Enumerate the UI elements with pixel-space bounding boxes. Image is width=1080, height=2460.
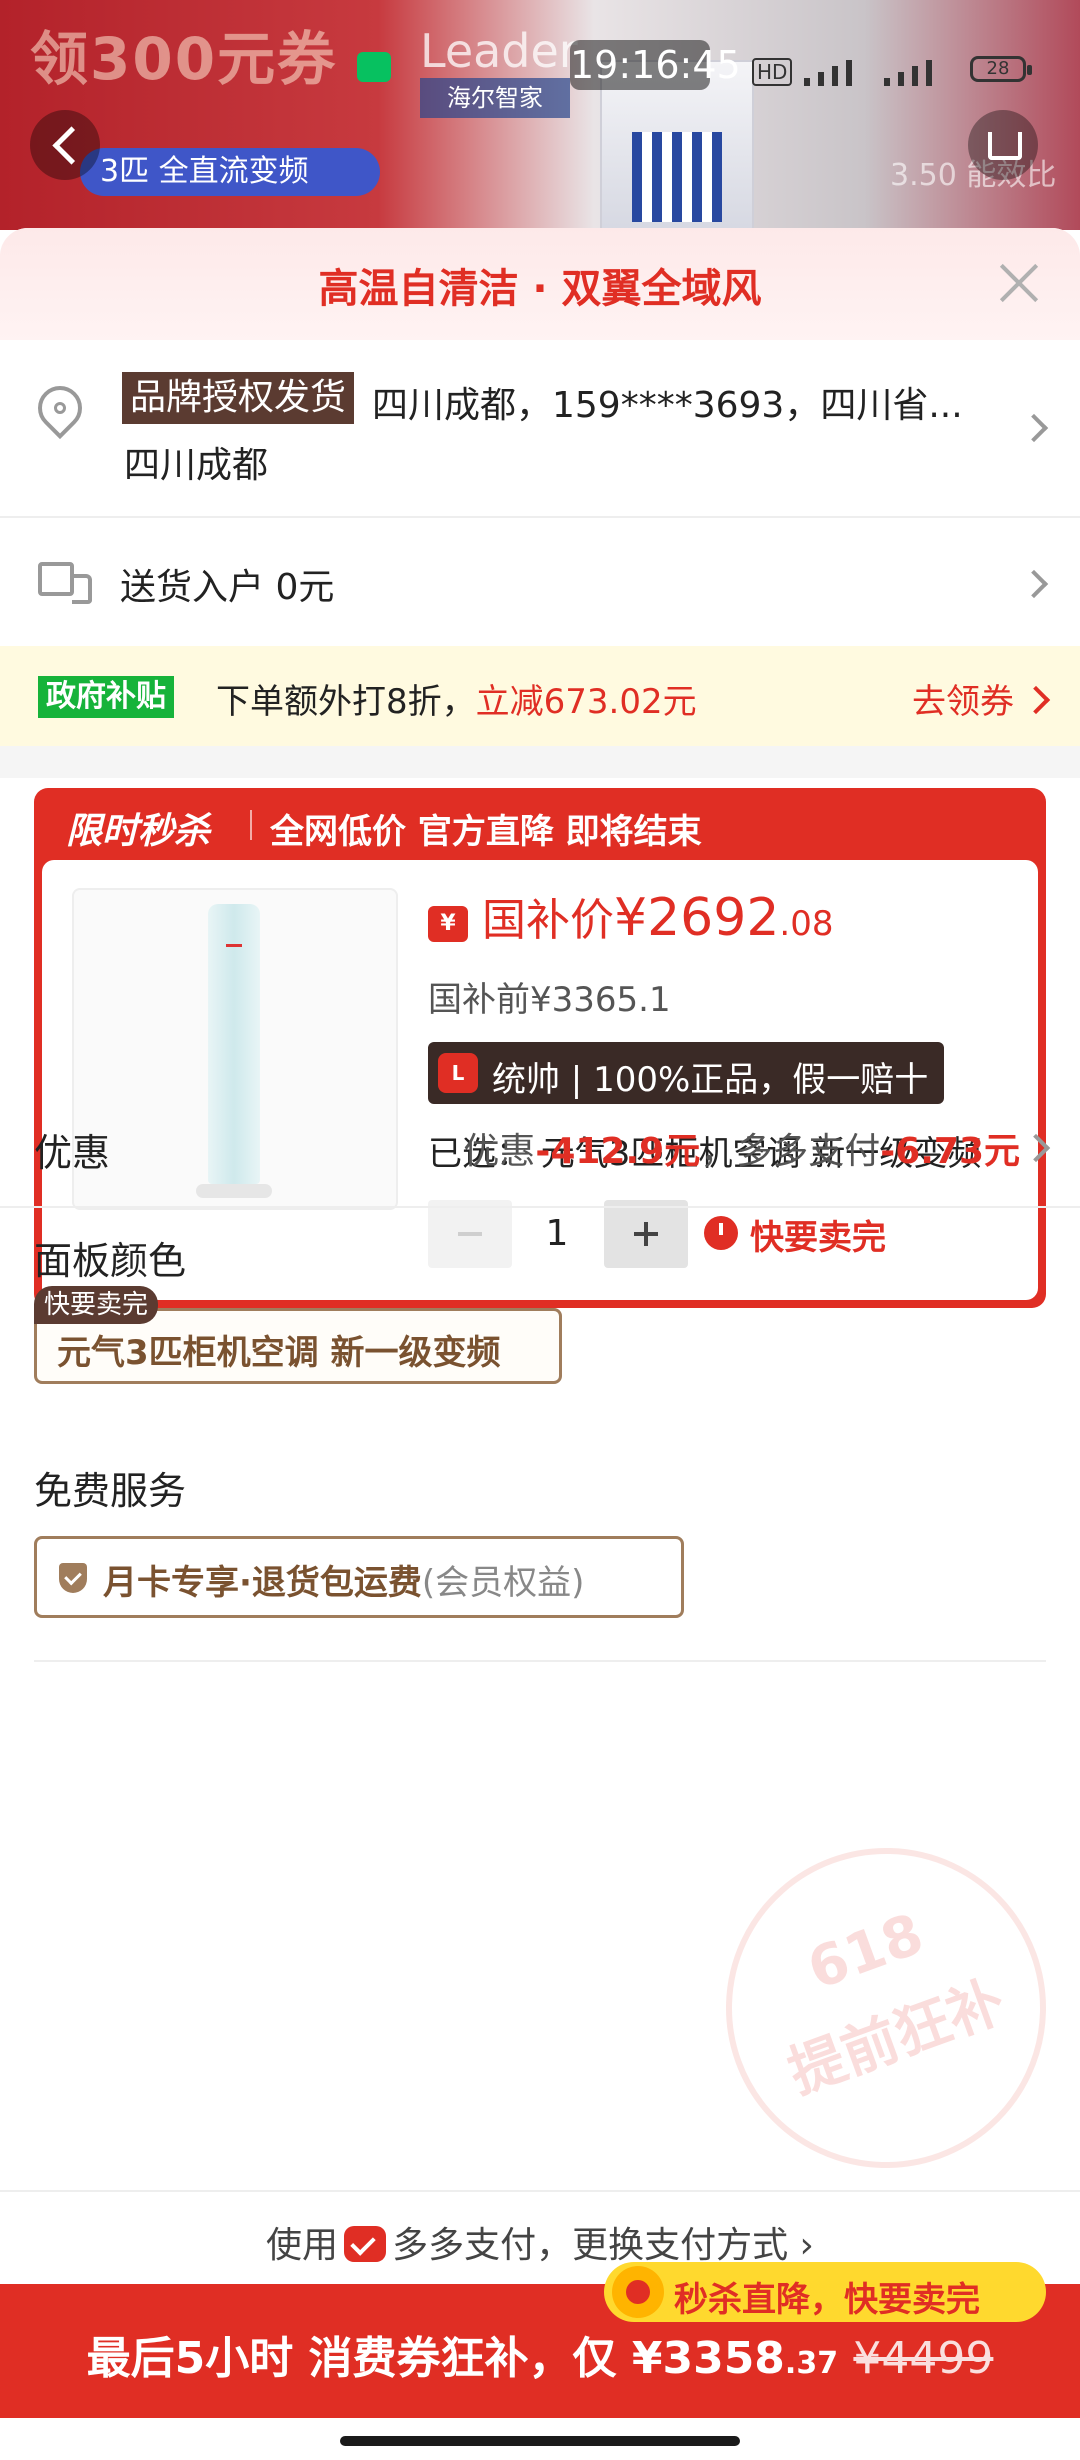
- alarm-clock-icon: [704, 1216, 738, 1250]
- discount-amount: -412.9元: [535, 1131, 701, 1172]
- address-row[interactable]: 品牌授权发货 四川成都，159****3693，四川省... 四川成都: [0, 340, 1080, 518]
- home-indicator[interactable]: [340, 2436, 740, 2446]
- chevron-right-icon: [1021, 1133, 1051, 1163]
- price-tag-icon: ¥: [428, 906, 468, 942]
- flash-sale-title: 限时秒杀: [66, 811, 211, 852]
- flash-sale-body: ¥ 国补价¥2692.08 国补前¥3365.1 统帅 | 100%正品，假一赔…: [42, 860, 1038, 1300]
- truck-icon: [38, 562, 92, 604]
- status-time: 19:16:45: [570, 40, 741, 90]
- discount-mid: ，多多支付: [700, 1131, 881, 1172]
- get-coupon-link[interactable]: 去领券: [912, 674, 1014, 723]
- alarm-clock-icon: [612, 2266, 664, 2318]
- rush-sale-text: 秒杀直降，快要卖完: [674, 2280, 980, 2320]
- shield-icon: [59, 1563, 87, 1593]
- section-divider: [34, 1660, 1046, 1662]
- free-service-label: 月卡专享·退货包运费(会员权益): [103, 1555, 584, 1604]
- payment-discount-amount: -6.73元: [880, 1131, 1020, 1172]
- subsidy-text: 下单额外打8折，: [216, 682, 476, 722]
- original-price: ¥4499: [853, 2333, 994, 2384]
- signal-icons: HD: [752, 52, 933, 86]
- selling-out-badge: 快要卖完: [34, 1286, 159, 1324]
- 618-watermark-stamp: 618 提前狂补: [680, 1802, 1080, 2214]
- address-line-1: 四川成都，159****3693，四川省...: [372, 385, 963, 426]
- sheet-header: 高温自清洁 · 双翼全域风: [0, 228, 1080, 340]
- buy-now-cents: .37: [784, 2346, 839, 2381]
- battery-icon: 28: [970, 56, 1032, 82]
- product-options-sheet: 高温自清洁 · 双翼全域风 品牌授权发货 四川成都，159****3693，四川…: [0, 228, 1080, 2460]
- payment-prefix: 使用: [266, 2225, 339, 2266]
- government-subsidy-bar[interactable]: 政府补贴 下单额外打8折，立减673.02元 去领券: [0, 646, 1080, 746]
- price-integer: ¥2692: [614, 888, 780, 948]
- free-service-title: 免费服务: [34, 1469, 187, 1513]
- chevron-right-icon: [1019, 413, 1049, 443]
- subsidy-price: 国补价¥2692.08: [482, 884, 834, 948]
- chevron-right-icon: [1021, 685, 1051, 715]
- selling-out-label: 快要卖完: [750, 1218, 886, 1258]
- rush-sale-bubble: 秒杀直降，快要卖完: [604, 2262, 1046, 2322]
- chevron-right-icon: [1019, 569, 1049, 599]
- status-bar: 19:16:45 HD 28: [0, 30, 1080, 100]
- delivery-row[interactable]: 送货入户 0元: [0, 518, 1080, 646]
- brand-authorized-tag: 品牌授权发货: [122, 372, 355, 424]
- location-pin-icon: [28, 376, 92, 440]
- buy-now-label: 最后5小时 消费券狂补，仅 ¥3358.37 ¥4499: [0, 2322, 1080, 2386]
- discount-prefix: 优惠: [463, 1131, 536, 1172]
- chevron-right-icon: ›: [799, 2225, 814, 2266]
- price-decimal: .08: [779, 904, 834, 944]
- buy-now-price: 最后5小时 消费券狂补，仅 ¥3358: [86, 2333, 785, 2384]
- discount-row[interactable]: 优惠 优惠-412.9元，多多支付-6.73元: [0, 1082, 1080, 1208]
- close-icon[interactable]: [994, 258, 1044, 308]
- flash-sale-subtitle: 全网低价 官方直降 即将结束: [270, 812, 702, 852]
- hd-icon: HD: [752, 58, 793, 86]
- free-service-note: (会员权益): [421, 1563, 585, 1603]
- payment-method-label: 多多支付，更换支付方式: [392, 2225, 789, 2266]
- free-service-main: 月卡专享·退货包运费: [103, 1563, 422, 1603]
- share-button[interactable]: [968, 110, 1038, 180]
- free-return-shipping-option[interactable]: 月卡专享·退货包运费(会员权益): [34, 1536, 684, 1618]
- panel-color-title: 面板颜色: [34, 1239, 187, 1283]
- variant-option-label: 元气3匹柜机空调 新一级变频: [57, 1333, 501, 1373]
- price-before-subsidy: 国补前¥3365.1: [428, 980, 671, 1020]
- gov-subsidy-badge: 政府补贴: [38, 676, 174, 718]
- payment-method-text: 使用 多多支付，更换支付方式 ›: [0, 2216, 1080, 2268]
- section-divider: [0, 746, 1080, 778]
- quantity-minus-button[interactable]: [428, 1200, 512, 1268]
- price-label: 国补价: [482, 895, 614, 946]
- duoduo-pay-icon: [344, 2226, 387, 2262]
- flash-divider: [250, 810, 252, 840]
- subsidy-description: 下单额外打8折，立减673.02元: [216, 674, 697, 723]
- quantity-plus-button[interactable]: [604, 1200, 688, 1268]
- discount-label: 优惠: [34, 1131, 111, 1175]
- quantity-value[interactable]: 1: [512, 1200, 602, 1268]
- discount-detail: 优惠-412.9元，多多支付-6.73元: [463, 1122, 1020, 1174]
- sheet-title: 高温自清洁 · 双翼全域风: [318, 266, 762, 312]
- back-button[interactable]: [30, 110, 100, 180]
- wechat-icon: [357, 52, 391, 82]
- subsidy-saving: 立减673.02元: [475, 682, 697, 722]
- address-line-2: 四川成都: [124, 445, 269, 486]
- delivery-label: 送货入户 0元: [120, 567, 335, 608]
- banner-feature-pill: 3匹 全直流变频: [80, 148, 380, 196]
